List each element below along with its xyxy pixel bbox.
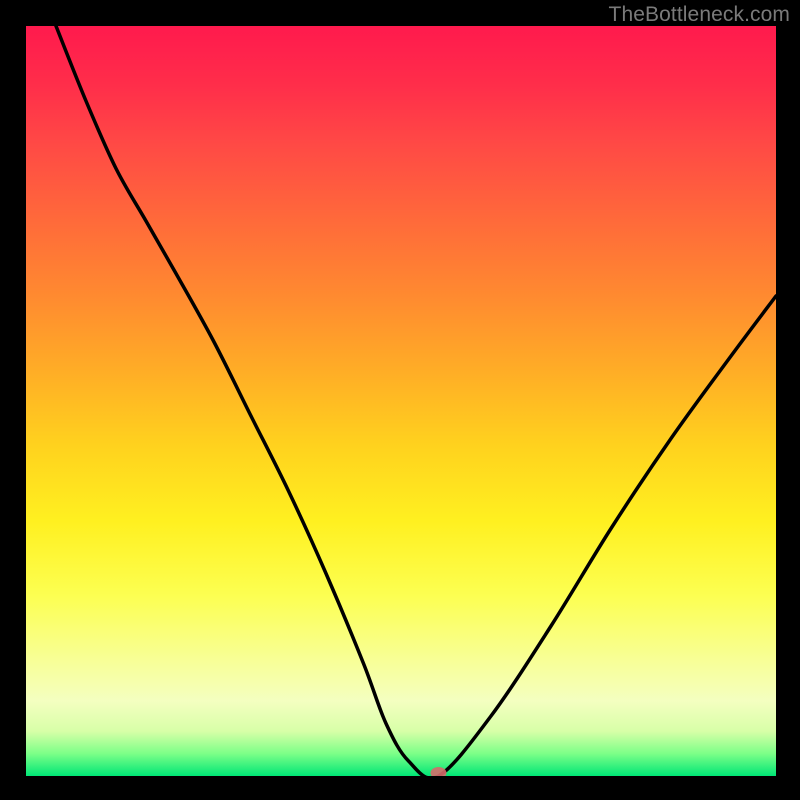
bottleneck-curve xyxy=(56,26,776,776)
watermark-label: TheBottleneck.com xyxy=(609,3,790,27)
plot-area xyxy=(26,26,776,776)
chart-frame: TheBottleneck.com xyxy=(0,0,800,800)
minimum-marker xyxy=(431,767,447,776)
curve-layer xyxy=(26,26,776,776)
